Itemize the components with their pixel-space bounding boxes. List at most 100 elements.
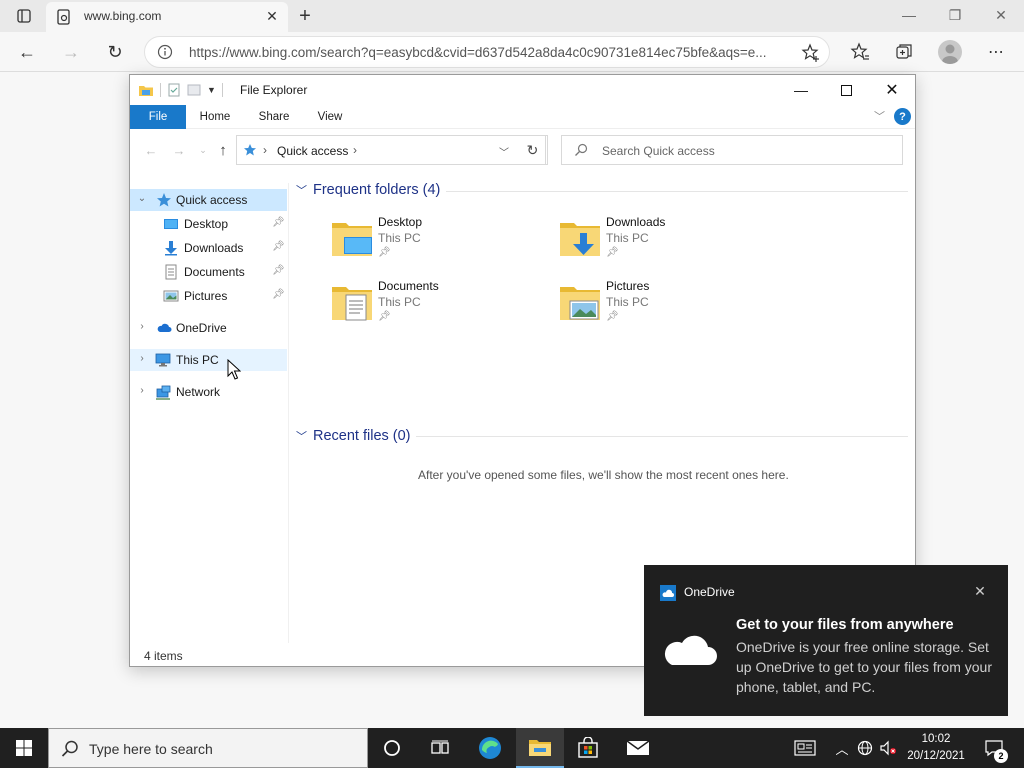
nav-item-downloads[interactable]: Downloads 📌︎: [130, 237, 287, 259]
volume-button[interactable]: [878, 738, 898, 758]
folder-tile-downloads[interactable]: Downloads This PC 📌︎: [558, 215, 778, 271]
chevron-right-icon[interactable]: ›: [137, 353, 147, 364]
address-bar[interactable]: https://www.bing.com/search?q=easybcd&cv…: [144, 36, 830, 68]
collections-button[interactable]: [892, 40, 916, 64]
window-title: File Explorer: [240, 83, 308, 97]
search-input[interactable]: Search Quick access: [602, 144, 715, 158]
settings-more-button[interactable]: ⋯: [984, 40, 1008, 64]
section-title: Recent files (0): [313, 428, 411, 444]
explorer-back-button[interactable]: ←: [140, 141, 162, 159]
arrow-right-icon: →: [172, 142, 186, 158]
show-hidden-icons-button[interactable]: ︿: [832, 738, 852, 758]
taskbar-edge-button[interactable]: [466, 728, 514, 768]
speaker-muted-icon: [880, 740, 896, 756]
toast-title: Get to your files from anywhere: [736, 617, 954, 633]
page-favicon-icon: [57, 9, 70, 25]
onedrive-notification-toast[interactable]: OneDrive ✕ Get to your files from anywhe…: [644, 565, 1008, 716]
toast-close-button[interactable]: ✕: [970, 581, 990, 601]
clock-date: 20/12/2021: [907, 750, 965, 762]
taskbar-search-input[interactable]: Type here to search: [89, 741, 213, 757]
folder-tile-documents[interactable]: Documents This PC 📌︎: [330, 279, 550, 335]
recent-files-header[interactable]: ﹀ Recent files (0): [296, 425, 411, 447]
tab-view[interactable]: View: [310, 105, 350, 129]
task-view-icon: [431, 740, 449, 754]
chevron-right-icon[interactable]: ›: [137, 321, 147, 332]
chevron-right-icon: ›: [263, 143, 267, 157]
recent-locations-button[interactable]: ⌄: [192, 141, 214, 159]
browser-minimize-button[interactable]: —: [886, 4, 932, 26]
up-button[interactable]: ↑: [212, 141, 234, 159]
tab-home[interactable]: Home: [192, 105, 238, 129]
nav-label: Documents: [184, 265, 245, 279]
nav-item-this-pc[interactable]: › This PC: [130, 349, 287, 371]
chevron-down-icon[interactable]: ⌄: [137, 193, 147, 204]
explorer-forward-button[interactable]: →: [168, 141, 190, 159]
explorer-maximize-button[interactable]: [823, 75, 869, 105]
back-button[interactable]: ←: [12, 38, 42, 66]
taskbar-search-box[interactable]: Type here to search: [48, 728, 368, 768]
close-icon: ✕: [266, 7, 278, 24]
nav-item-network[interactable]: › Network: [130, 381, 287, 403]
forward-button[interactable]: →: [56, 38, 86, 66]
favorites-button[interactable]: [848, 40, 872, 64]
nav-item-quick-access[interactable]: ⌄ Quick access: [130, 189, 287, 211]
explorer-refresh-button[interactable]: ↻: [518, 135, 548, 165]
toolbar-divider: [160, 83, 161, 97]
browser-close-button[interactable]: ✕: [978, 4, 1024, 26]
folder-name: Pictures: [606, 279, 650, 293]
folder-tile-pictures[interactable]: Pictures This PC 📌︎: [558, 279, 778, 335]
chevron-right-icon[interactable]: ›: [137, 385, 147, 396]
pane-divider[interactable]: [288, 183, 289, 643]
chevron-down-icon: ﹀: [874, 111, 885, 123]
minimize-icon: —: [794, 82, 808, 98]
folder-tile-desktop[interactable]: Desktop This PC 📌︎: [330, 215, 550, 271]
explorer-titlebar: ▼ File Explorer — ✕: [130, 75, 915, 105]
chevron-down-icon: ﹀: [499, 148, 509, 159]
desktop-folder-icon: [332, 223, 372, 256]
explorer-minimize-button[interactable]: —: [778, 75, 824, 105]
browser-restore-button[interactable]: ❐: [932, 4, 978, 26]
address-url[interactable]: https://www.bing.com/search?q=easybcd&cv…: [189, 45, 789, 60]
help-button[interactable]: ?: [894, 108, 911, 125]
download-arrow-icon: [165, 241, 177, 256]
taskbar-mail-button[interactable]: [614, 728, 662, 768]
tab-actions-button[interactable]: [10, 6, 38, 26]
path-segment[interactable]: Quick access: [277, 144, 348, 158]
frequent-folders-header[interactable]: ﹀ Frequent folders (4): [296, 179, 440, 201]
new-folder-icon[interactable]: [187, 83, 201, 97]
path-history-dropdown[interactable]: ﹀: [499, 144, 509, 159]
new-tab-button[interactable]: +: [292, 4, 318, 28]
tab-close-button[interactable]: ✕: [262, 6, 282, 26]
nav-label: Desktop: [184, 217, 229, 231]
chevron-right-icon[interactable]: ›: [353, 143, 357, 157]
task-view-button[interactable]: [416, 728, 464, 768]
browser-tab-bing[interactable]: www.bing.com ✕: [46, 2, 288, 32]
explorer-search-box[interactable]: Search Quick access: [561, 135, 903, 165]
nav-item-documents[interactable]: Documents 📌︎: [130, 261, 287, 283]
downloads-folder-icon: [560, 223, 600, 256]
nav-item-pictures[interactable]: Pictures 📌︎: [130, 285, 287, 307]
customize-toolbar-dropdown[interactable]: ▼: [207, 85, 216, 95]
taskbar-file-explorer-button[interactable]: [516, 728, 564, 768]
path-bar[interactable]: › Quick access › ﹀: [236, 135, 546, 165]
cortana-button[interactable]: [368, 728, 416, 768]
tab-file[interactable]: File: [130, 105, 186, 129]
expand-ribbon-button[interactable]: ﹀: [874, 108, 885, 124]
computer-icon: [155, 353, 171, 367]
taskbar-clock[interactable]: 10:02 20/12/2021: [900, 731, 972, 765]
plus-icon: +: [299, 4, 311, 27]
properties-icon[interactable]: [167, 83, 181, 97]
profile-avatar[interactable]: [938, 40, 962, 64]
more-dots-icon: ⋯: [988, 44, 1004, 61]
network-status-button[interactable]: [855, 738, 875, 758]
nav-item-desktop[interactable]: Desktop 📌︎: [130, 213, 287, 235]
add-favorite-icon[interactable]: [801, 43, 821, 63]
refresh-button[interactable]: ↻: [100, 38, 130, 66]
news-widget-button[interactable]: [794, 738, 816, 758]
taskbar-store-button[interactable]: [564, 728, 612, 768]
documents-folder-icon: [332, 287, 372, 321]
nav-item-onedrive[interactable]: › OneDrive: [130, 317, 287, 339]
tab-share[interactable]: Share: [252, 105, 296, 129]
start-button[interactable]: [0, 728, 48, 768]
explorer-close-button[interactable]: ✕: [869, 75, 915, 105]
